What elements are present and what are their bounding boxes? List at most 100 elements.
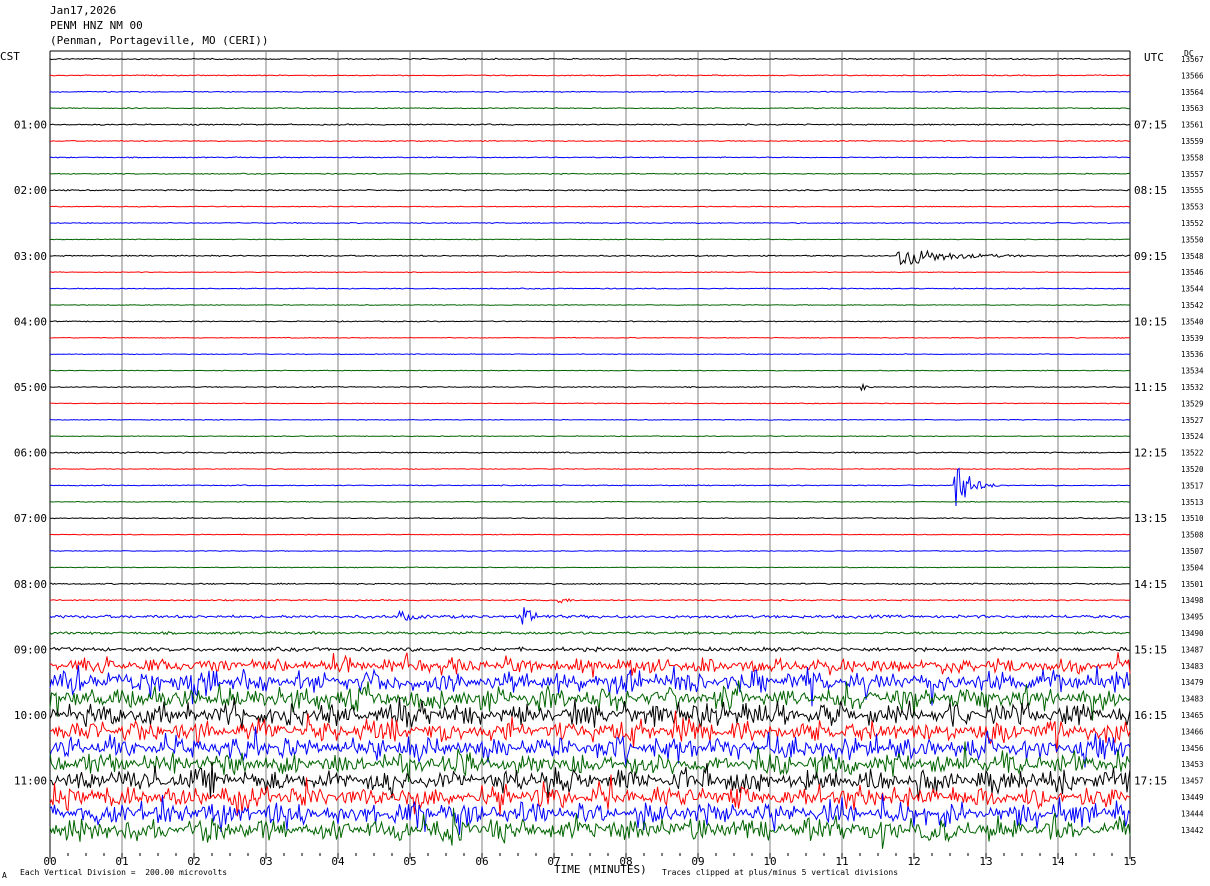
right-hour-label: 11:15 xyxy=(1134,381,1167,394)
dc-offset-label: 13504 xyxy=(1181,563,1204,572)
seismic-trace xyxy=(49,726,1131,768)
clip-note: Traces clipped at plus/minus 5 vertical … xyxy=(662,868,899,877)
dc-offset-label: 13507 xyxy=(1181,547,1204,556)
seismic-trace xyxy=(49,517,1130,520)
left-hour-label: 01:00 xyxy=(14,119,47,132)
dc-offset-label: 13466 xyxy=(1181,727,1204,736)
dc-offset-label: 13456 xyxy=(1181,744,1204,753)
dc-offset-label: 13483 xyxy=(1181,695,1204,704)
dc-offset-label: 13495 xyxy=(1181,613,1204,622)
seismic-trace xyxy=(49,139,1131,143)
x-tick-label: 10 xyxy=(763,855,776,868)
dc-offset-label: 13527 xyxy=(1181,416,1204,425)
seismic-trace xyxy=(49,533,1131,536)
seismic-trace xyxy=(49,57,1131,61)
dc-offset-label: 13539 xyxy=(1181,334,1204,343)
dc-offset-label: 13563 xyxy=(1181,104,1204,113)
dc-offset-label: 13540 xyxy=(1181,317,1204,326)
left-hour-label: 07:00 xyxy=(14,512,47,525)
right-hour-label: 15:15 xyxy=(1134,643,1167,656)
x-tick-label: 06 xyxy=(475,855,488,868)
dc-offset-label: 13520 xyxy=(1181,465,1204,474)
dc-offset-label: 13532 xyxy=(1181,383,1204,392)
dc-offset-label: 13558 xyxy=(1181,153,1204,162)
seismic-trace xyxy=(49,156,1131,159)
dc-offset-label: 13548 xyxy=(1181,252,1204,261)
right-hour-label: 09:15 xyxy=(1134,250,1167,263)
dc-offset-label: 13465 xyxy=(1181,711,1204,720)
x-tick-label: 04 xyxy=(331,855,345,868)
right-hour-label: 07:15 xyxy=(1134,119,1167,132)
seismic-trace xyxy=(49,652,1131,678)
seismic-trace xyxy=(49,123,1131,126)
dc-offset-label: 13552 xyxy=(1181,219,1204,228)
right-hour-label: 08:15 xyxy=(1134,184,1167,197)
dc-offset-label: 13508 xyxy=(1181,531,1204,540)
dc-offset-label: 13517 xyxy=(1181,481,1204,490)
right-hour-label: 16:15 xyxy=(1134,709,1167,722)
x-tick-label: 14 xyxy=(1051,855,1065,868)
seismic-trace xyxy=(49,287,1131,290)
dc-offset-label: 13449 xyxy=(1181,793,1204,802)
seismic-trace xyxy=(49,468,1131,470)
dc-offset-label: 13544 xyxy=(1181,285,1204,294)
left-hour-label: 09:00 xyxy=(14,643,47,656)
seismic-trace xyxy=(49,304,1131,306)
dc-offset-label: 13536 xyxy=(1181,350,1204,359)
x-tick-label: 02 xyxy=(187,855,200,868)
seismic-trace xyxy=(49,550,1131,552)
dc-offset-label: 13522 xyxy=(1181,449,1204,458)
seismic-trace xyxy=(49,369,1130,372)
seismic-trace xyxy=(49,451,1131,454)
dc-offset-label: 13490 xyxy=(1181,629,1204,638)
seismic-trace xyxy=(49,107,1131,110)
seismic-trace xyxy=(49,607,1131,625)
dc-offset-label: 13442 xyxy=(1181,826,1204,835)
dc-offset-label: 13559 xyxy=(1181,137,1204,146)
dc-offset-label: 13479 xyxy=(1181,678,1204,687)
left-hour-label: 08:00 xyxy=(14,578,47,591)
x-tick-label: 01 xyxy=(115,855,128,868)
dc-offset-label: 13498 xyxy=(1181,596,1204,605)
right-hour-label: 17:15 xyxy=(1134,775,1167,788)
x-tick-label: 03 xyxy=(259,855,272,868)
dc-offset-label: 13557 xyxy=(1181,170,1204,179)
right-hour-label: 12:15 xyxy=(1134,447,1167,460)
left-hour-label: 02:00 xyxy=(14,184,47,197)
left-hour-label: 11:00 xyxy=(14,775,47,788)
seismic-trace xyxy=(49,205,1131,208)
seismic-trace xyxy=(49,582,1131,586)
seismic-trace xyxy=(49,435,1131,438)
seismic-trace xyxy=(49,336,1130,339)
seismic-trace xyxy=(50,597,1131,604)
left-hour-label: 05:00 xyxy=(14,381,47,394)
seismic-trace xyxy=(49,630,1131,636)
dc-offset-label: 13564 xyxy=(1181,88,1204,97)
seismic-trace xyxy=(49,353,1130,356)
seismic-trace xyxy=(49,467,1131,507)
seismic-trace xyxy=(49,646,1131,653)
seismic-trace xyxy=(49,793,1131,835)
dc-offset-label: 13524 xyxy=(1181,432,1204,441)
left-hour-label: 06:00 xyxy=(14,447,47,460)
dc-offset-label: 13453 xyxy=(1181,760,1204,769)
seismic-trace xyxy=(49,249,1131,266)
footer-mark: A xyxy=(2,871,7,880)
x-tick-label: 11 xyxy=(835,855,848,868)
dc-offset-label: 13444 xyxy=(1181,809,1204,818)
x-tick-label: 12 xyxy=(907,855,920,868)
seismic-trace xyxy=(49,172,1131,175)
dc-offset-label: 13550 xyxy=(1181,235,1204,244)
dc-offset-label: 13553 xyxy=(1181,203,1204,212)
seismic-trace xyxy=(49,271,1131,274)
dc-offset-label: 13510 xyxy=(1181,514,1204,523)
scale-note: Each Vertical Division = 200.00 microvol… xyxy=(20,868,228,877)
x-tick-label: 13 xyxy=(979,855,992,868)
seismic-trace xyxy=(49,500,1131,503)
seismic-trace xyxy=(49,74,1131,77)
right-hour-label: 10:15 xyxy=(1134,315,1167,328)
dc-offset-label: 13529 xyxy=(1181,399,1204,408)
seismic-trace xyxy=(49,382,1131,392)
seismic-trace xyxy=(49,566,1131,569)
dc-offset-label: 13546 xyxy=(1181,268,1204,277)
